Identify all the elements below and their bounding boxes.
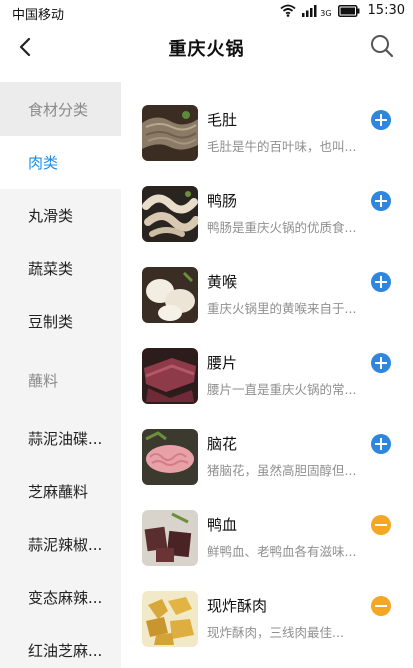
list-item[interactable]: 脑花 猪脑花，虽然高胆固醇但... xyxy=(121,424,413,505)
signal-icon xyxy=(302,4,318,17)
food-description: 毛肚是牛的百叶味，也叫... xyxy=(207,139,357,154)
add-button[interactable] xyxy=(371,434,391,454)
app-header: 重庆火锅 xyxy=(0,26,413,72)
food-name: 现炸酥肉 xyxy=(207,597,268,615)
status-indicators: 3G 15:30 xyxy=(280,3,405,18)
clock: 15:30 xyxy=(367,3,405,18)
status-bar: 中国移动 3G 15:30 xyxy=(0,0,413,26)
network-type: 3G xyxy=(320,9,332,18)
battery-icon xyxy=(337,4,360,17)
food-thumbnail xyxy=(142,429,198,485)
sidebar-item-dip[interactable]: 芝麻蘸料 xyxy=(0,465,121,518)
remove-button[interactable] xyxy=(371,515,391,535)
sidebar-section-ingredients: 食材分类 xyxy=(0,82,121,136)
food-name: 毛肚 xyxy=(207,111,238,129)
sidebar-item-dip[interactable]: 蒜泥油碟... xyxy=(0,412,121,465)
add-button[interactable] xyxy=(371,272,391,292)
food-name: 脑花 xyxy=(207,435,238,453)
list-item[interactable]: 鸭肠 鸭肠是重庆火锅的优质食... xyxy=(121,181,413,262)
carrier-name: 中国移动 xyxy=(12,8,65,23)
list-item[interactable]: 现炸酥肉 现炸酥肉，三线肉最佳... xyxy=(121,586,413,667)
food-list: 毛肚 毛肚是牛的百叶味，也叫... 鸭肠 鸭肠是重庆火锅的优质食... 黄喉 重… xyxy=(121,100,413,667)
food-thumbnail xyxy=(142,186,198,242)
food-thumbnail xyxy=(142,510,198,566)
food-name: 腰片 xyxy=(207,354,238,372)
sidebar-item-dip[interactable]: 红油芝麻... xyxy=(0,624,121,668)
add-button[interactable] xyxy=(371,353,391,373)
category-sidebar: 食材分类 肉类 丸滑类 蔬菜类 豆制类 蘸料 蒜泥油碟... 芝麻蘸料 蒜泥辣椒… xyxy=(0,82,121,668)
food-description: 重庆火锅里的黄喉来自于... xyxy=(207,301,357,316)
food-thumbnail xyxy=(142,348,198,404)
list-item[interactable]: 鸭血 鲜鸭血、老鸭血各有滋味... xyxy=(121,505,413,586)
food-thumbnail xyxy=(142,105,198,161)
food-description: 现炸酥肉，三线肉最佳... xyxy=(207,625,344,640)
food-description: 腰片一直是重庆火锅的常... xyxy=(207,382,357,397)
add-button[interactable] xyxy=(371,110,391,130)
list-item[interactable]: 腰片 腰片一直是重庆火锅的常... xyxy=(121,343,413,424)
list-item[interactable]: 黄喉 重庆火锅里的黄喉来自于... xyxy=(121,262,413,343)
search-button[interactable] xyxy=(369,33,395,59)
food-description: 猪脑花，虽然高胆固醇但... xyxy=(207,463,357,478)
food-description: 鲜鸭血、老鸭血各有滋味... xyxy=(207,544,357,559)
search-icon xyxy=(371,35,394,58)
food-name: 黄喉 xyxy=(207,273,238,291)
food-thumbnail xyxy=(142,267,198,323)
wifi-icon xyxy=(280,4,296,17)
sidebar-section-dips: 蘸料 xyxy=(28,371,59,390)
sidebar-item-dip[interactable]: 蒜泥辣椒... xyxy=(0,518,121,571)
sidebar-item-balls[interactable]: 丸滑类 xyxy=(0,189,121,242)
food-name: 鸭血 xyxy=(207,516,238,534)
remove-button[interactable] xyxy=(371,596,391,616)
add-button[interactable] xyxy=(371,191,391,211)
sidebar-item-vegetables[interactable]: 蔬菜类 xyxy=(0,242,121,295)
food-description: 鸭肠是重庆火锅的优质食... xyxy=(207,220,357,235)
list-item[interactable]: 毛肚 毛肚是牛的百叶味，也叫... xyxy=(121,100,413,181)
sidebar-item-dip[interactable]: 变态麻辣... xyxy=(0,571,121,624)
page-title: 重庆火锅 xyxy=(168,39,245,60)
sidebar-item-tofu[interactable]: 豆制类 xyxy=(0,295,121,348)
sidebar-item-meat[interactable]: 肉类 xyxy=(0,136,121,189)
food-thumbnail xyxy=(142,591,198,647)
food-name: 鸭肠 xyxy=(207,192,238,210)
